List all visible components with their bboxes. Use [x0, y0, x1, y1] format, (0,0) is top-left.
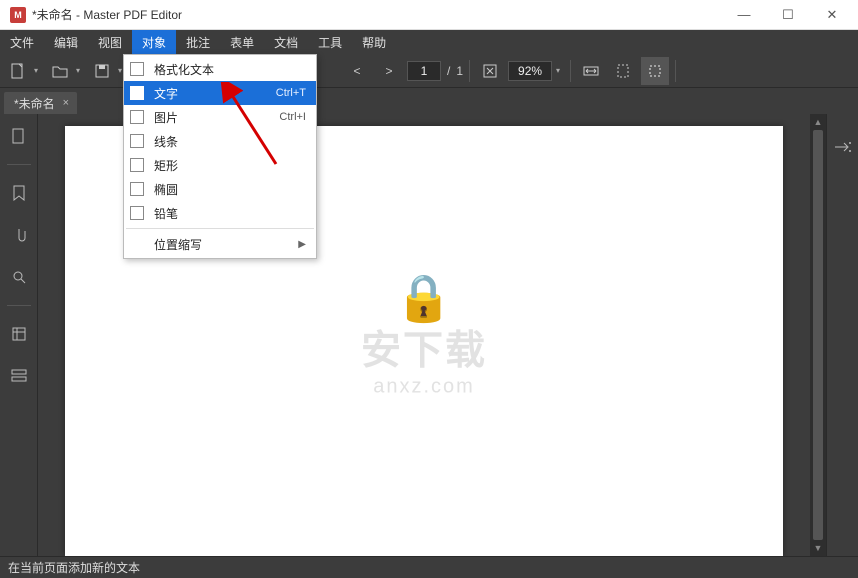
document-tab[interactable]: *未命名 × — [4, 92, 77, 114]
new-file-dropdown[interactable]: ▾ — [34, 66, 42, 75]
menu-view[interactable]: 视图 — [88, 30, 132, 54]
menu-separator — [126, 228, 314, 229]
checkbox-icon — [130, 158, 144, 172]
menu-forms[interactable]: 表单 — [220, 30, 264, 54]
checkbox-icon — [130, 110, 144, 124]
page-current-input[interactable] — [407, 61, 441, 81]
attachments-panel-button[interactable] — [5, 221, 33, 249]
menu-annotate[interactable]: 批注 — [176, 30, 220, 54]
menu-item-shortcut: Ctrl+I — [279, 111, 306, 123]
new-file-button[interactable] — [4, 57, 32, 85]
menubar: 文件 编辑 视图 对象 批注 表单 文档 工具 帮助 — [0, 30, 858, 54]
menu-item-label: 线条 — [154, 133, 306, 150]
menu-item-label: 文字 — [154, 85, 276, 102]
menu-item-shortcut: Ctrl+T — [276, 87, 306, 99]
menu-item-position-submenu[interactable]: 位置缩写 ▶ — [124, 232, 316, 256]
statusbar: 在当前页面添加新的文本 — [0, 556, 858, 578]
lock-icon: 🔒 — [361, 271, 487, 326]
document-tab-label: *未命名 — [14, 95, 55, 112]
menu-tools[interactable]: 工具 — [308, 30, 352, 54]
watermark-text-small: anxz.com — [361, 376, 487, 399]
menu-item-formatted-text[interactable]: 格式化文本 — [124, 57, 316, 81]
window-title: *未命名 - Master PDF Editor — [32, 6, 722, 23]
watermark: 🔒 安下载 anxz.com — [361, 271, 487, 399]
checkbox-icon — [130, 182, 144, 196]
zoom-input[interactable] — [508, 61, 552, 81]
menu-file[interactable]: 文件 — [0, 30, 44, 54]
menu-item-label: 铅笔 — [154, 205, 306, 222]
layers-panel-button[interactable] — [5, 320, 33, 348]
checkbox-icon — [130, 134, 144, 148]
prev-page-button[interactable]: < — [343, 57, 371, 85]
menu-item-pencil[interactable]: 铅笔 — [124, 201, 316, 225]
status-text: 在当前页面添加新的文本 — [8, 559, 140, 576]
menu-edit[interactable]: 编辑 — [44, 30, 88, 54]
window-maximize-button[interactable]: ☐ — [766, 0, 810, 30]
zoom-fit-button[interactable] — [476, 57, 504, 85]
menu-item-ellipse[interactable]: 椭圆 — [124, 177, 316, 201]
search-panel-button[interactable] — [5, 263, 33, 291]
menu-item-label: 图片 — [154, 109, 279, 126]
page-indicator: / 1 — [407, 61, 463, 81]
menu-item-label: 椭圆 — [154, 181, 306, 198]
menu-item-label: 矩形 — [154, 157, 306, 174]
fields-panel-button[interactable] — [5, 362, 33, 390]
menu-item-rectangle[interactable]: 矩形 — [124, 153, 316, 177]
menu-object[interactable]: 对象 — [132, 30, 176, 54]
menu-item-label: 格式化文本 — [154, 61, 306, 78]
actual-size-button[interactable] — [641, 57, 669, 85]
open-file-button[interactable] — [46, 57, 74, 85]
checkbox-icon — [130, 206, 144, 220]
zoom-dropdown[interactable]: ▾ — [556, 66, 564, 75]
open-file-dropdown[interactable]: ▾ — [76, 66, 84, 75]
checkbox-icon — [130, 62, 144, 76]
watermark-text-large: 安下载 — [361, 318, 487, 376]
page-total: 1 — [456, 64, 463, 78]
object-menu-dropdown: 格式化文本 文字 Ctrl+T 图片 Ctrl+I 线条 矩形 椭圆 铅笔 位置… — [123, 54, 317, 259]
menu-item-text[interactable]: 文字 Ctrl+T — [124, 81, 316, 105]
app-icon: M — [10, 7, 26, 23]
window-close-button[interactable]: ✕ — [810, 0, 854, 30]
save-button[interactable] — [88, 57, 116, 85]
checkbox-icon — [130, 86, 144, 100]
menu-item-label: 位置缩写 — [154, 236, 298, 253]
menu-item-image[interactable]: 图片 Ctrl+I — [124, 105, 316, 129]
next-page-button[interactable]: > — [375, 57, 403, 85]
document-tab-close[interactable]: × — [63, 97, 69, 109]
fit-page-button[interactable] — [609, 57, 637, 85]
properties-panel-button[interactable] — [830, 134, 856, 160]
right-sidebar — [826, 114, 858, 556]
page-separator: / — [447, 64, 450, 78]
scroll-thumb[interactable] — [813, 130, 823, 540]
menu-item-line[interactable]: 线条 — [124, 129, 316, 153]
menu-help[interactable]: 帮助 — [352, 30, 396, 54]
thumbnails-panel-button[interactable] — [5, 122, 33, 150]
scroll-up-arrow[interactable]: ▲ — [810, 114, 826, 130]
scroll-down-arrow[interactable]: ▼ — [810, 540, 826, 556]
window-minimize-button[interactable]: — — [722, 0, 766, 30]
left-sidebar — [0, 114, 38, 556]
bookmarks-panel-button[interactable] — [5, 179, 33, 207]
submenu-arrow-icon: ▶ — [298, 239, 306, 250]
menu-document[interactable]: 文档 — [264, 30, 308, 54]
fit-width-button[interactable] — [577, 57, 605, 85]
vertical-scrollbar[interactable]: ▲ ▼ — [810, 114, 826, 556]
